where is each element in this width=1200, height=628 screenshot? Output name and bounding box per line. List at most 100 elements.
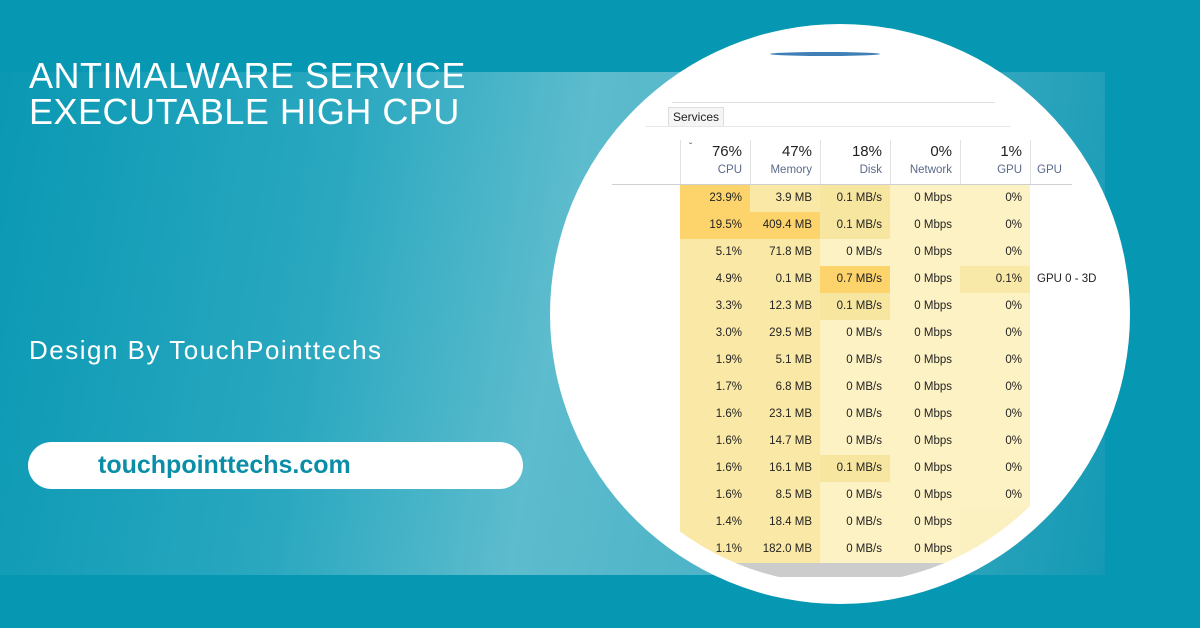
cell-network: 0 Mbps (890, 401, 960, 428)
cell-disk: 0.1 MB/s (820, 455, 890, 482)
cell-cpu: 1.1% (680, 536, 750, 563)
cell-cpu: 19.5% (680, 212, 750, 239)
column-total (1037, 143, 1062, 160)
cell-disk: 0.1 MB/s (820, 185, 890, 212)
cell-gpu-engine: GPU 0 - 3D (1037, 273, 1097, 285)
cell-memory: 12.3 MB (750, 293, 820, 320)
column-header-cpu[interactable]: ˇ 76% CPU (680, 140, 750, 184)
cell-gpu: 0% (960, 374, 1030, 401)
cell-disk: 0.1 MB/s (820, 212, 890, 239)
cell-memory: 5.1 MB (750, 347, 820, 374)
cell-network: 0 Mbps (890, 374, 960, 401)
cell-gpu: 0% (960, 455, 1030, 482)
divider (620, 102, 995, 103)
column-label: Memory (770, 164, 812, 176)
cell-network: 0 Mbps (890, 482, 960, 509)
cell-gpu: 0.1% (960, 266, 1030, 293)
cell-gpu: 0% (960, 212, 1030, 239)
cell-disk: 0.1 MB/s (820, 293, 890, 320)
column-label: GPU (997, 164, 1022, 176)
cell-memory: 3.9 MB (750, 185, 820, 212)
cell-disk: 0 MB/s (820, 320, 890, 347)
cell-memory: 8.5 MB (750, 482, 820, 509)
cell-memory: 182.0 MB (750, 536, 820, 563)
cell-cpu: 4.9% (680, 266, 750, 293)
cell-network: 0 Mbps (890, 320, 960, 347)
cell-cpu: 1.9% (680, 347, 750, 374)
column-total: 18% (851, 143, 882, 160)
cell-cpu: 3.0% (680, 320, 750, 347)
cell-network: 0 Mbps (890, 455, 960, 482)
cell-network: 0 Mbps (890, 266, 960, 293)
cell-cpu: 23.9% (680, 185, 750, 212)
column-header-network[interactable]: 0% Network (890, 140, 960, 184)
cell-memory: 6.8 MB (750, 374, 820, 401)
cell-gpu: 0% (960, 428, 1030, 455)
website-link[interactable]: touchpointtechs.com (28, 442, 523, 489)
cell-cpu: 1.6% (680, 428, 750, 455)
cell-memory: 18.4 MB (750, 509, 820, 536)
cell-disk: 0 MB/s (820, 239, 890, 266)
column-header-disk[interactable]: 18% Disk (820, 140, 890, 184)
column-header-gpu[interactable]: 1% GPU (960, 140, 1030, 184)
cell-memory: 16.1 MB (750, 455, 820, 482)
cell-gpu: 0% (960, 239, 1030, 266)
cell-disk: 0 MB/s (820, 482, 890, 509)
cell-network: 0 Mbps (890, 212, 960, 239)
cell-network: 0 Mbps (890, 347, 960, 374)
cell-cpu: 1.6% (680, 455, 750, 482)
column-label: Disk (859, 164, 882, 176)
cell-disk: 0 MB/s (820, 401, 890, 428)
column-total: 1% (1000, 143, 1022, 160)
column-header-memory[interactable]: 47% Memory (750, 140, 820, 184)
cell-gpu: 0% (960, 347, 1030, 374)
window-titlebar-edge (770, 52, 880, 56)
cell-disk: 0 MB/s (820, 428, 890, 455)
cell-disk: 0.7 MB/s (820, 266, 890, 293)
cell-memory: 23.1 MB (750, 401, 820, 428)
cell-cpu: 5.1% (680, 239, 750, 266)
horizontal-scrollbar[interactable] (680, 563, 1040, 577)
column-label: CPU (717, 164, 742, 176)
cell-gpu: 0% (960, 401, 1030, 428)
cell-network: 0 Mbps (890, 509, 960, 536)
cell-network: 0 Mbps (890, 428, 960, 455)
cell-gpu: 0% (960, 185, 1030, 212)
title-line-1: ANTIMALWARE SERVICE (29, 55, 466, 96)
cell-gpu (960, 536, 1030, 563)
column-total: 47% (781, 143, 812, 160)
cell-memory: 14.7 MB (750, 428, 820, 455)
cell-gpu (960, 509, 1030, 536)
cell-disk: 0 MB/s (820, 536, 890, 563)
column-label: GPU (1037, 164, 1062, 176)
cell-cpu: 1.6% (680, 482, 750, 509)
tab-services[interactable]: Services (668, 107, 725, 127)
column-total: 0% (930, 143, 952, 160)
column-label: Network (909, 164, 952, 176)
cell-gpu: 0% (960, 320, 1030, 347)
cell-disk: 0 MB/s (820, 509, 890, 536)
cell-disk: 0 MB/s (820, 347, 890, 374)
cell-gpu: 0% (960, 293, 1030, 320)
cell-network: 0 Mbps (890, 185, 960, 212)
cell-cpu: 3.3% (680, 293, 750, 320)
cell-memory: 71.8 MB (750, 239, 820, 266)
cell-gpu: 0% (960, 482, 1030, 509)
page-title: ANTIMALWARE SERVICE EXECUTABLE HIGH CPU (29, 58, 466, 130)
cell-cpu: 1.4% (680, 509, 750, 536)
cell-network: 0 Mbps (890, 293, 960, 320)
task-manager-screenshot: Services ˇ 76% CPU 47% Memory 18% Disk 0% Networ… (570, 44, 1110, 584)
chevron-down-icon[interactable]: ˇ (689, 142, 692, 153)
cell-memory: 0.1 MB (750, 266, 820, 293)
title-line-2: EXECUTABLE HIGH CPU (29, 91, 460, 132)
divider (620, 126, 1010, 127)
column-header-gpu-engine[interactable]: GPU (1030, 140, 1070, 184)
website-url: touchpointtechs.com (98, 451, 351, 479)
cell-cpu: 1.7% (680, 374, 750, 401)
cell-network: 0 Mbps (890, 239, 960, 266)
byline: Design By TouchPointtechs (29, 335, 383, 365)
cell-memory: 29.5 MB (750, 320, 820, 347)
cell-cpu: 1.6% (680, 401, 750, 428)
cell-memory: 409.4 MB (750, 212, 820, 239)
cell-disk: 0 MB/s (820, 374, 890, 401)
